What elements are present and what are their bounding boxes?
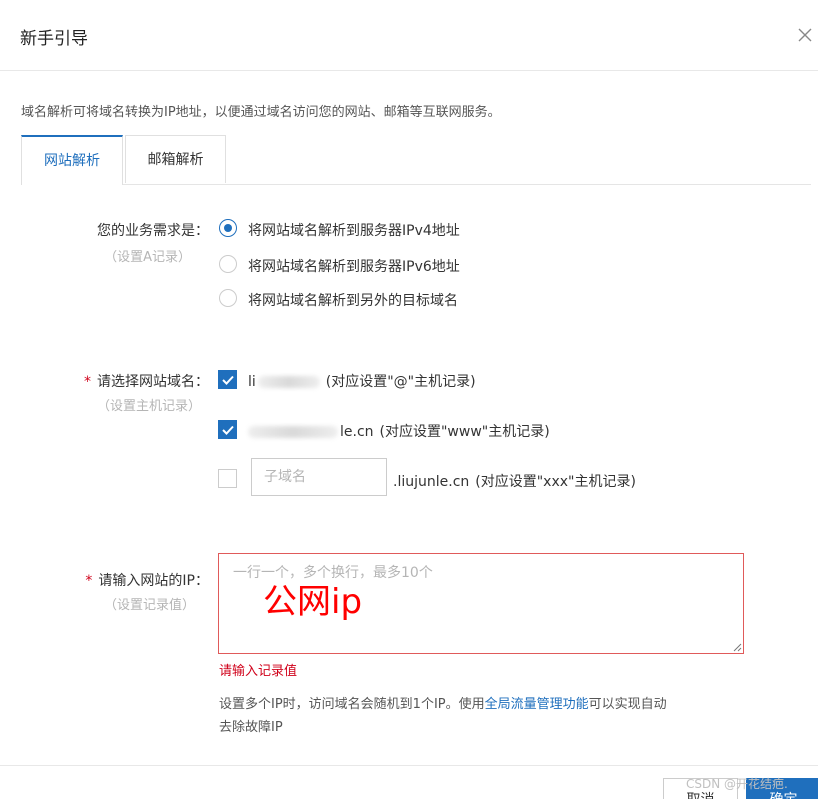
global-traffic-link[interactable]: 全局流量管理功能	[485, 697, 589, 712]
subdomain-option: .liujunle.cn (对应设置"xxx"主机记录)	[393, 471, 636, 491]
radio-ipv6[interactable]	[219, 255, 237, 273]
redacted-domain	[248, 426, 338, 438]
redacted-domain	[257, 376, 320, 388]
intro-description: 域名解析可将域名转换为IP地址，以便通过域名访问您的网站、邮箱等互联网服务。	[21, 105, 501, 120]
ip-help-text: 设置多个IP时，访问域名会随机到1个IP。使用全局流量管理功能可以实现自动	[219, 693, 667, 712]
close-icon[interactable]	[798, 28, 812, 42]
help-suffix: 可以实现自动	[588, 697, 667, 712]
cancel-button[interactable]: 取消	[663, 778, 738, 799]
ip-help-text-line2: 去除故障IP	[219, 720, 283, 735]
confirm-button[interactable]: 确定	[746, 778, 818, 799]
business-need-label: 您的业务需求是：	[97, 223, 209, 239]
subdomain-note: (对应设置"xxx"主机记录)	[475, 474, 636, 490]
checkbox-subdomain[interactable]	[218, 469, 237, 488]
dialog-footer: 取消 确定	[0, 765, 818, 799]
radio-ipv4[interactable]	[219, 219, 237, 237]
subdomain-input[interactable]	[251, 458, 387, 496]
radio-ipv6-label: 将网站域名解析到服务器IPv6地址	[248, 259, 460, 275]
www-domain-text: le.cn	[340, 424, 374, 440]
ip-input-label: * 请输入网站的IP：	[85, 570, 209, 590]
subdomain-suffix: .liujunle.cn	[393, 474, 470, 490]
tab-website-resolution[interactable]: 网站解析	[21, 135, 123, 185]
required-mark: *	[85, 573, 93, 589]
help-prefix: 设置多个IP时，访问域名会随机到1个IP。使用	[219, 697, 485, 712]
checkbox-www-domain[interactable]	[218, 420, 237, 439]
root-domain-option: li (对应设置"@"主机记录)	[248, 371, 476, 391]
www-domain-note: (对应设置"www"主机记录)	[379, 424, 550, 440]
tab-bar: 网站解析 邮箱解析	[21, 135, 811, 185]
root-domain-text: li	[248, 374, 256, 390]
dialog-title: 新手引导	[20, 29, 88, 49]
business-need-sublabel: （设置A记录）	[104, 250, 191, 265]
ip-input-label-text: 请输入网站的IP：	[98, 573, 209, 589]
ip-textarea[interactable]	[218, 553, 744, 654]
required-mark: *	[84, 374, 91, 390]
domain-select-label: * 请选择网站域名：	[84, 371, 209, 391]
tab-mailbox-resolution[interactable]: 邮箱解析	[125, 135, 226, 183]
ip-error-message: 请输入记录值	[219, 664, 298, 679]
radio-target-domain-label: 将网站域名解析到另外的目标域名	[248, 293, 458, 309]
checkbox-root-domain[interactable]	[218, 370, 237, 389]
www-domain-option: le.cn (对应设置"www"主机记录)	[248, 421, 550, 441]
domain-select-label-text: 请选择网站域名：	[97, 374, 209, 390]
dialog-header: 新手引导	[0, 0, 818, 71]
domain-select-sublabel: （设置主机记录）	[96, 399, 201, 414]
ip-input-sublabel: （设置记录值）	[103, 598, 195, 613]
radio-ipv4-label: 将网站域名解析到服务器IPv4地址	[248, 223, 460, 239]
radio-target-domain[interactable]	[219, 289, 237, 307]
root-domain-note: (对应设置"@"主机记录)	[325, 374, 476, 390]
